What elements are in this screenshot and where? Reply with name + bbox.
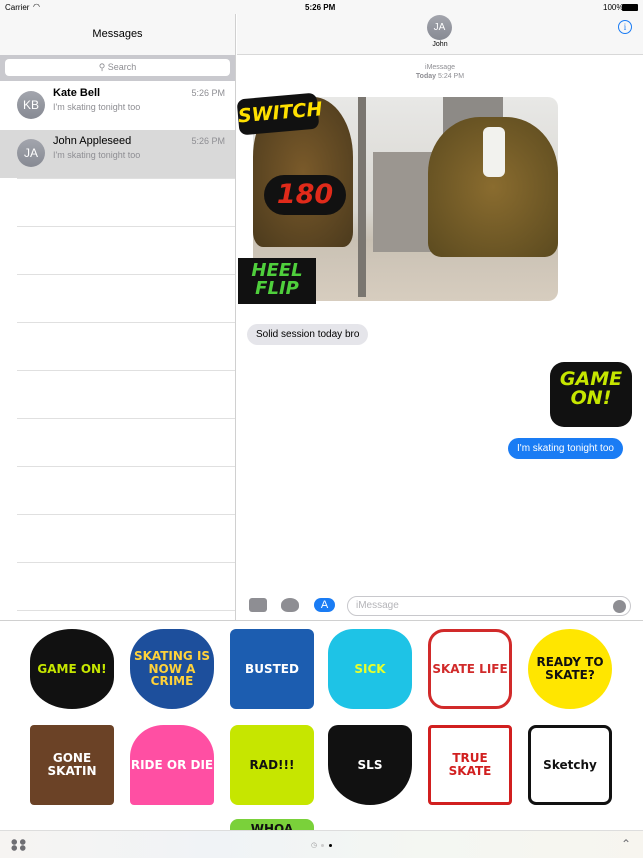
row-separator (17, 466, 235, 467)
timestamp: 5:26 PM (191, 136, 225, 146)
clock: 5:26 PM (305, 3, 336, 12)
recents-icon[interactable]: ◷ (311, 841, 317, 849)
sticker-ride-or-die[interactable]: RIDE OR DIE (130, 725, 214, 805)
search-icon: ⚲ (98, 62, 108, 72)
digital-touch-icon[interactable] (281, 598, 299, 612)
camera-icon[interactable] (249, 598, 267, 612)
search-input[interactable]: ⚲ Search (5, 59, 230, 76)
avatar: KB (17, 91, 45, 119)
contact-name: Kate Bell (53, 87, 101, 99)
app-store-icon[interactable]: A (314, 598, 335, 612)
pole (358, 97, 366, 297)
chat-header: JA John i (237, 14, 643, 55)
sticker-sketchy[interactable]: Sketchy (528, 725, 612, 805)
carrier-label: Carrier (5, 3, 30, 12)
avatar: JA (17, 139, 45, 167)
conversation-row[interactable]: KB Kate Bell I'm skating tonight too 5:2… (0, 82, 235, 130)
expand-chevron-icon[interactable]: ⌃ (621, 837, 631, 851)
app-grid-icon[interactable] (10, 839, 27, 851)
row-separator (17, 274, 235, 275)
timestamp-time: 5:24 PM (437, 73, 465, 80)
message-preview: I'm skating tonight too (53, 150, 141, 160)
page-dot-active[interactable] (329, 844, 332, 847)
row-separator (17, 322, 235, 323)
sticker-skate-life[interactable]: SKATE LIFE (428, 629, 512, 709)
page-dot[interactable] (321, 844, 324, 847)
sticker-busted[interactable]: BUSTED (230, 629, 314, 709)
180-sticker[interactable]: 180 (264, 175, 346, 215)
sticker-sick[interactable]: SICK (328, 629, 412, 709)
game-on-sticker[interactable]: GAME ON! (550, 362, 632, 427)
status-bar: Carrier ◠ 5:26 PM 100% (0, 0, 643, 14)
sticker-skating-is-now-a-crime[interactable]: SKATING IS NOW A CRIME (130, 629, 214, 709)
service-label: iMessage (425, 64, 455, 71)
message-meta: iMessage Today 5:24 PM (237, 63, 643, 81)
sidebar-title: Messages (0, 14, 235, 55)
incoming-message[interactable]: Solid session today bro (247, 324, 369, 345)
row-separator (17, 370, 235, 371)
sticker-game-on[interactable]: GAME ON! (30, 629, 114, 709)
outgoing-message[interactable]: I'm skating tonight too (508, 438, 623, 459)
row-separator (17, 178, 235, 179)
sticker-true-skate[interactable]: TRUE SKATE (428, 725, 512, 805)
input-placeholder: iMessage (356, 600, 399, 611)
timestamp-day: Today (415, 73, 437, 80)
contact-name: John Appleseed (53, 135, 132, 147)
wifi-icon: ◠ (33, 2, 40, 11)
row-separator (17, 514, 235, 515)
conversation-list: Messages ⚲ Search KB Kate Bell I'm skati… (0, 14, 236, 620)
battery-label: 100% (603, 3, 624, 12)
message-input[interactable]: iMessage (347, 596, 631, 616)
sticker-gone-skatin[interactable]: GONE SKATIN (30, 725, 114, 805)
row-separator (17, 610, 235, 611)
sticker-panel: GAME ON! SKATING IS NOW A CRIME BUSTED SICK… (0, 620, 643, 855)
contact-name[interactable]: John (237, 41, 643, 48)
microphone-icon[interactable] (613, 600, 626, 613)
row-separator (17, 562, 235, 563)
battery-icon (622, 4, 638, 11)
row-separator (17, 226, 235, 227)
message-preview: I'm skating tonight too (53, 102, 141, 112)
conversation-row-selected[interactable]: JA John Appleseed I'm skating tonight to… (0, 130, 235, 178)
switch-sticker[interactable]: SWITCH (236, 92, 323, 136)
row-separator (17, 418, 235, 419)
timestamp: 5:26 PM (191, 88, 225, 98)
sticker-ready-to-skate[interactable]: READY TO SKATE? (528, 629, 612, 709)
info-icon[interactable]: i (618, 20, 632, 34)
sticker-rad[interactable]: RAD!!! (230, 725, 314, 805)
search-placeholder: Search (107, 62, 137, 72)
compose-bar: A iMessage (237, 592, 643, 620)
heel-flip-sticker[interactable]: HEEL FLIP (238, 258, 316, 304)
building (373, 152, 433, 252)
sticker-sls[interactable]: SLS (328, 725, 412, 805)
contact-avatar[interactable]: JA (427, 15, 452, 40)
app-drawer-bar: ◷ ⌃ (0, 830, 643, 858)
skater (483, 127, 505, 177)
